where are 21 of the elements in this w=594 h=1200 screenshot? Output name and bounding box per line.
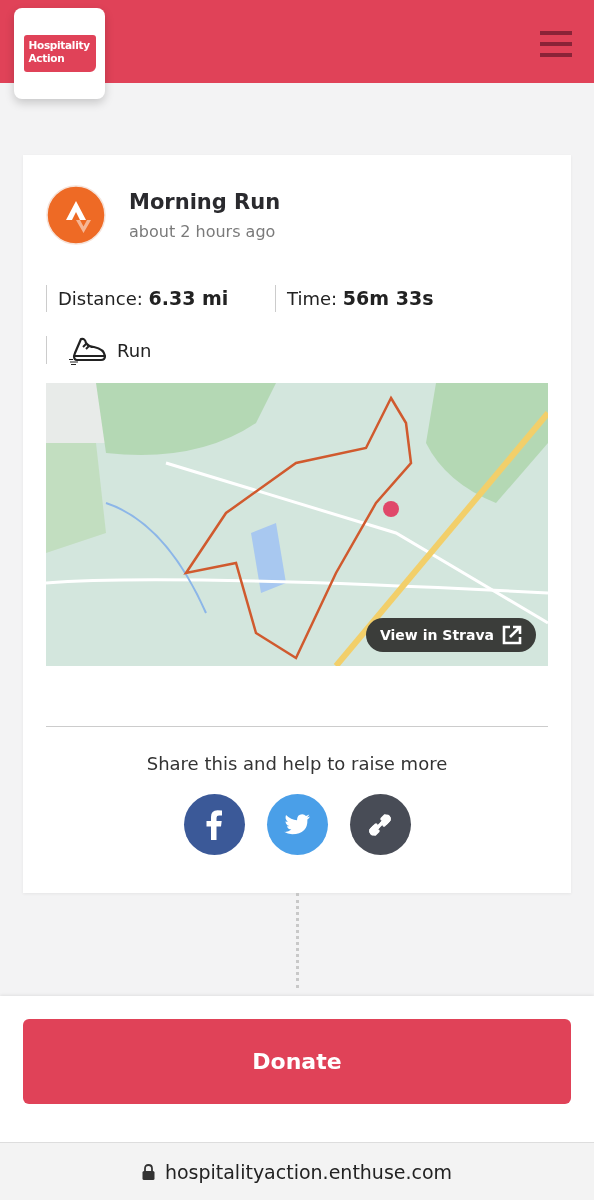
url-text: hospitalityaction.enthuse.com <box>164 1160 453 1183</box>
copy-link-button[interactable] <box>349 794 411 855</box>
lock-icon <box>141 1163 155 1180</box>
external-link-icon <box>502 625 522 645</box>
facebook-share-button[interactable] <box>183 794 245 855</box>
activity-title: Morning Run <box>129 189 281 214</box>
logo-text: Hospitality Action <box>23 35 96 72</box>
bird-icon <box>284 813 310 836</box>
twitter-share-button[interactable] <box>266 794 328 855</box>
activity-type: Run <box>117 339 152 361</box>
facebook-icon <box>206 809 222 840</box>
shoe-icon <box>69 335 107 365</box>
app-logo-icon <box>46 185 106 245</box>
logo-card[interactable]: Hospitality Action <box>14 8 105 99</box>
activity-time: about 2 hours ago <box>129 221 277 241</box>
donate-button[interactable]: Donate <box>23 1019 571 1104</box>
stat-text: Distance: 6.33 mi <box>46 285 253 312</box>
stat-text: Time: 56m 33s <box>275 285 482 312</box>
share-text: Share this and help to raise more <box>145 753 449 774</box>
view-in-strava-button[interactable]: View in Strava <box>365 618 536 652</box>
link-icon <box>367 811 393 838</box>
